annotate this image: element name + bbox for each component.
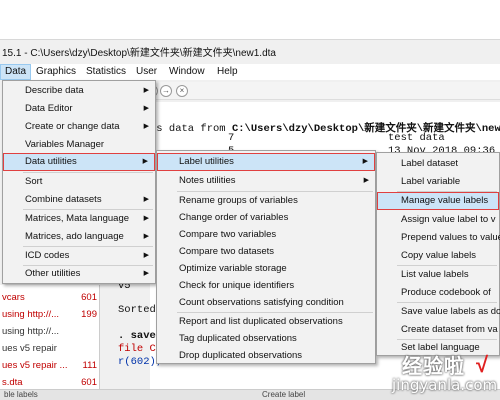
menu-item-matrices-ado[interactable]: Matrices, ado language ▶ (3, 228, 155, 246)
review-item[interactable]: vcars 601 (0, 289, 100, 306)
menu-item-copy-value-labels[interactable]: Copy value labels (377, 247, 499, 265)
results-text: ns data from (150, 123, 226, 135)
review-item[interactable]: using http://... (0, 323, 100, 340)
review-pane: vcars 601 using http://... 199 using htt… (0, 285, 100, 400)
forward-icon[interactable]: → (160, 85, 172, 97)
data-utilities-menu: Label utilities ▶ Notes utilities ▶ Rename… (156, 150, 376, 364)
menu-item-label-utilities[interactable]: Label utilities ▶ (157, 153, 375, 171)
menu-item-report-duplicates[interactable]: Report and list duplicated observations (157, 313, 375, 331)
menu-item-icd-codes[interactable]: ICD codes ▶ (3, 247, 155, 265)
menu-item-other-utilities[interactable]: Other utilities ▶ (3, 265, 155, 283)
review-item[interactable]: ues v5 repair (0, 340, 100, 357)
menu-item-create-change-data[interactable]: Create or change data ▶ (3, 118, 155, 136)
menu-item-combine-datasets[interactable]: Combine datasets ▶ (3, 191, 155, 209)
chevron-right-icon: ▶ (143, 215, 149, 222)
menu-item-change-order[interactable]: Change order of variables (157, 209, 375, 227)
results-obs: 7 (228, 132, 235, 144)
data-menu: Describe data ▶ Data Editor ▶ Create or ch… (2, 80, 156, 284)
chevron-right-icon: ▶ (143, 196, 149, 203)
results-path: C:\Users\dzy\Desktop\新建文件夹\新建文件夹\new (231, 123, 500, 135)
menu-item-variables-manager[interactable]: Variables Manager (3, 136, 155, 154)
chevron-right-icon: ▶ (143, 87, 149, 94)
menu-item-compare-datasets[interactable]: Compare two datasets (157, 243, 375, 261)
menu-item-manage-value-labels[interactable]: Manage value labels (377, 192, 499, 210)
title-bar (0, 0, 500, 40)
menu-item-check-unique-ids[interactable]: Check for unique identifiers (157, 277, 375, 295)
menu-item-save-value-labels[interactable]: Save value labels as do (377, 303, 500, 321)
menu-item-optimize-storage[interactable]: Optimize variable storage (157, 260, 375, 278)
results-save: . save (118, 330, 156, 342)
results-file-error: file C (118, 343, 156, 355)
menu-item-rename-groups[interactable]: Rename groups of variables (157, 192, 375, 210)
stop-icon[interactable]: × (176, 85, 188, 97)
watermark-text: 经验啦 (402, 356, 465, 378)
chevron-right-icon: ▶ (143, 105, 149, 112)
menu-statistics[interactable]: Statistics (82, 64, 130, 80)
check-icon: √ (476, 352, 489, 377)
menu-help[interactable]: Help (213, 64, 242, 80)
watermark-url: jingyanla.com (392, 376, 498, 394)
menu-item-data-utilities[interactable]: Data utilities ▶ (3, 153, 155, 171)
results-toolbar: ▾ → × (146, 82, 500, 100)
chevron-right-icon: ▶ (143, 123, 149, 130)
chevron-right-icon: ▶ (143, 270, 149, 277)
menu-item-list-value-labels[interactable]: List value labels (377, 266, 499, 284)
menu-item-label-dataset[interactable]: Label dataset (377, 155, 499, 173)
menu-item-drop-duplicates[interactable]: Drop duplicated observations (157, 347, 375, 365)
menu-item-assign-value-label[interactable]: Assign value label to v (377, 211, 499, 229)
label-utilities-menu: Label dataset Label variable Manage valu… (376, 152, 500, 356)
menu-item-notes-utilities[interactable]: Notes utilities ▶ (157, 172, 375, 190)
menu-item-describe-data[interactable]: Describe data ▶ (3, 82, 155, 100)
menu-item-data-editor[interactable]: Data Editor ▶ (3, 100, 155, 118)
menu-item-compare-variables[interactable]: Compare two variables (157, 226, 375, 244)
watermark: 经验啦 √ jingyanla.com (372, 350, 500, 400)
menu-item-create-dataset[interactable]: Create dataset from va (377, 321, 499, 339)
menu-item-label-variable[interactable]: Label variable (377, 173, 499, 191)
review-item[interactable]: ues v5 repair ... 111 (0, 357, 100, 374)
status-left: ble labels (4, 390, 38, 399)
chevron-right-icon: ▶ (363, 177, 369, 184)
chevron-right-icon: ▶ (142, 158, 148, 165)
chevron-right-icon: ▶ (143, 233, 149, 240)
chevron-right-icon: ▶ (143, 252, 149, 259)
menu-user[interactable]: User (132, 64, 161, 80)
menu-item-count-observations[interactable]: Count observations satisfying condition (157, 294, 375, 312)
chevron-right-icon: ▶ (362, 158, 368, 165)
menu-window[interactable]: Window (165, 64, 209, 80)
status-mid: Create label (262, 390, 306, 399)
menu-item-matrices-mata[interactable]: Matrices, Mata language ▶ (3, 210, 155, 228)
menu-data[interactable]: Data (0, 64, 32, 80)
menu-graphics[interactable]: Graphics (32, 64, 80, 80)
menu-item-prepend-values[interactable]: Prepend values to value (377, 229, 500, 247)
menu-item-produce-codebook[interactable]: Produce codebook of (377, 284, 499, 302)
menu-bar: Data Graphics Statistics User Window Hel… (0, 64, 500, 80)
review-item[interactable]: using http://... 199 (0, 306, 100, 323)
results-label: test data (388, 132, 445, 144)
menu-item-tag-duplicates[interactable]: Tag duplicated observations (157, 330, 375, 348)
window-title: 15.1 - C:\Users\dzy\Desktop\新建文件夹\新建文件夹\… (2, 48, 276, 59)
results-sorted: Sorted (118, 304, 156, 316)
menu-item-sort[interactable]: Sort (3, 173, 155, 191)
